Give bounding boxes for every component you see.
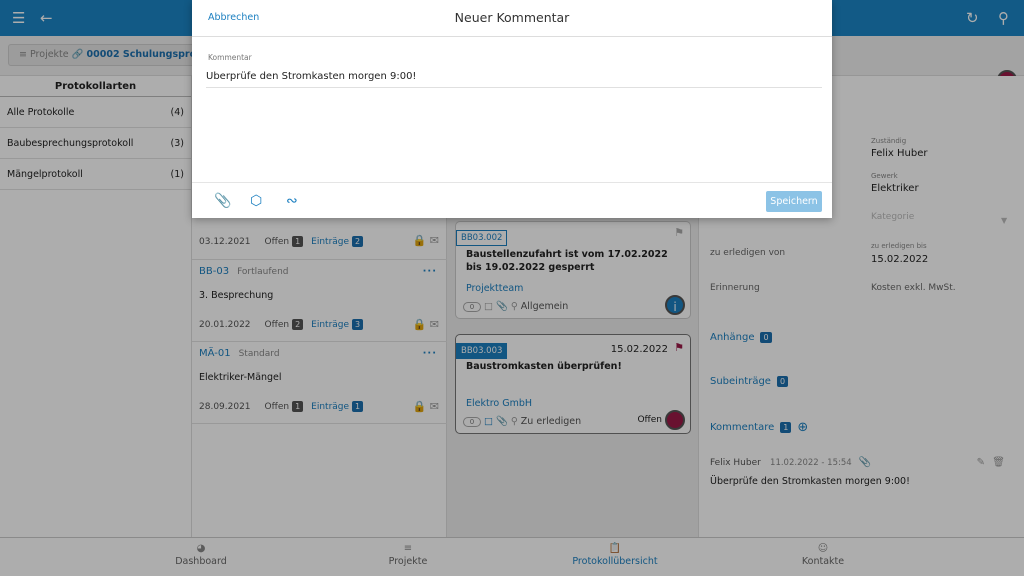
comment-input[interactable]: [206, 66, 822, 88]
cube-icon[interactable]: ⬡: [250, 193, 262, 209]
attachment-icon[interactable]: 📎: [214, 193, 231, 209]
signature-icon[interactable]: ∾: [286, 193, 298, 209]
dialog-title: Neuer Kommentar: [454, 10, 570, 25]
new-comment-dialog: Abbrechen Neuer Kommentar Kommentar 📎 ⬡ …: [192, 0, 832, 218]
save-button[interactable]: Speichern: [766, 191, 822, 212]
dialog-header: Abbrechen Neuer Kommentar: [192, 0, 832, 37]
dialog-footer: 📎 ⬡ ∾ Speichern: [192, 182, 832, 218]
comment-field-label: Kommentar: [208, 53, 252, 62]
